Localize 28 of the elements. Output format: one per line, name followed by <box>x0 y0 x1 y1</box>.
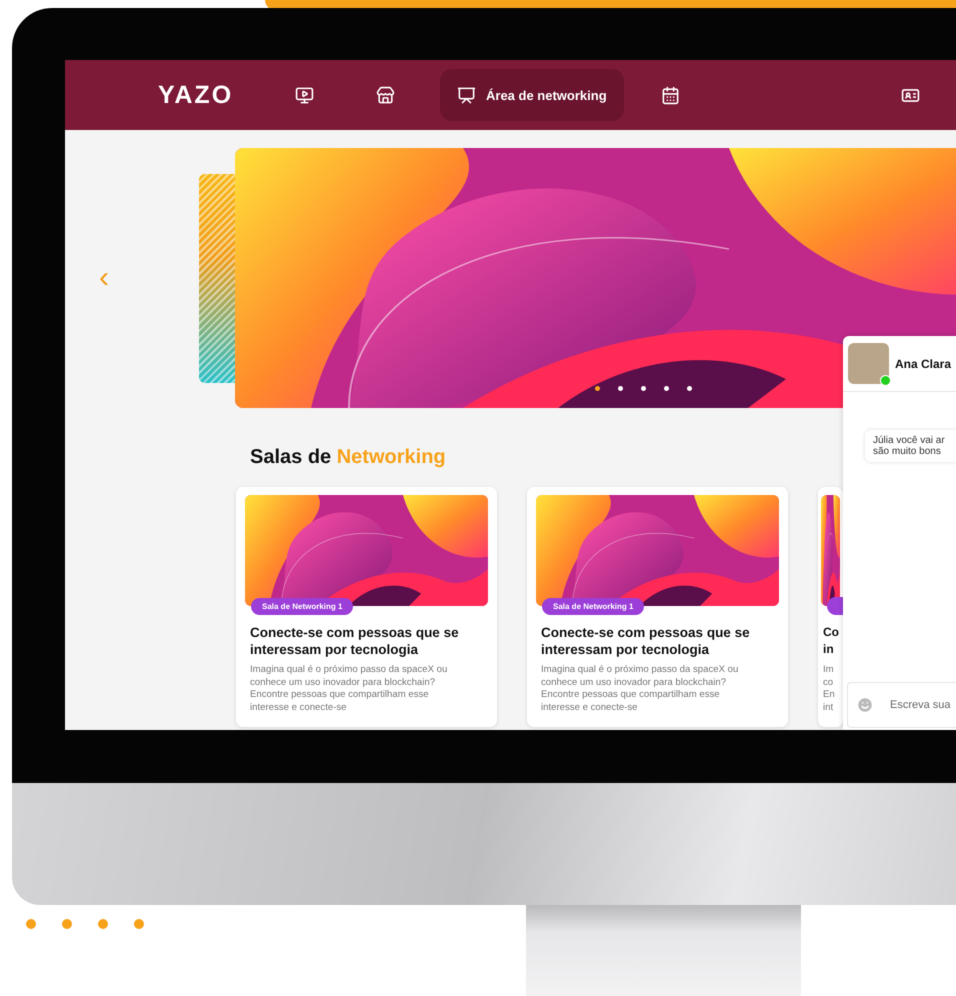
room-badge: Sala de Networking 1 <box>251 598 354 615</box>
decorative-dot <box>134 919 144 929</box>
decorative-dot <box>26 919 36 929</box>
decorative-dot <box>98 919 108 929</box>
card-description: Imagina qual é o próximo passo da spaceX ou conhece um uso inovador para blockchain? Encontre pessoas que compartilham esse interesse e conecte-se <box>250 664 448 714</box>
room-badge: Sala de Networking 1 <box>542 598 644 615</box>
carousel-dot[interactable] <box>618 386 623 391</box>
room-card[interactable] <box>236 487 497 727</box>
card-title: Conecte-se com pessoas que se interessam por tecnologia <box>541 624 751 658</box>
card-description: Im co En int <box>823 664 836 714</box>
store-icon <box>376 86 395 104</box>
section-title: Salas de Networking <box>250 446 446 469</box>
carousel-dot[interactable] <box>641 386 646 391</box>
calendar-icon <box>660 86 680 104</box>
nav-tab[interactable]: Área de networking <box>440 69 624 121</box>
chat-message: Júlia você vai ar são muito bons <box>865 430 956 462</box>
room-card[interactable] <box>527 487 788 727</box>
contact-name: Ana Clara <box>895 356 952 370</box>
room-card[interactable]: Co in Im co En int <box>818 487 843 727</box>
decorative-dot <box>62 919 72 929</box>
card-description: Imagina qual é o próximo passo da spaceX ou conhece um uso inovador para blockchain? Encontre pessoas que compartilham esse interesse e conecte-se <box>541 664 740 714</box>
carousel-dot[interactable] <box>664 386 669 391</box>
carousel-dot[interactable] <box>595 386 600 391</box>
card-title: Conecte-se com pessoas que se interessam por tecnologia <box>250 624 460 658</box>
carousel-dot[interactable] <box>687 386 692 391</box>
card-title: Co in <box>823 624 840 658</box>
tv-icon <box>295 86 314 104</box>
logo: YAZO <box>158 80 234 110</box>
